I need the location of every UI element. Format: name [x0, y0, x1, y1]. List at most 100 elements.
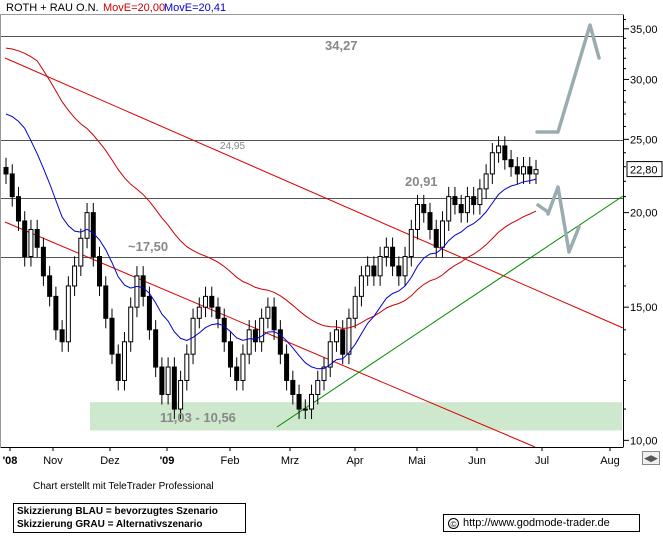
candle-body	[464, 196, 470, 214]
candle-body	[402, 256, 408, 277]
x-tick-label: Aug	[600, 455, 620, 467]
x-tick-label: Dez	[100, 455, 120, 467]
candle-body	[146, 295, 152, 331]
candle-body	[103, 285, 109, 319]
candle-body	[340, 329, 346, 355]
source-url[interactable]: http://www.godmode-trader.de	[463, 517, 610, 529]
candle-body	[240, 353, 246, 381]
candle-body	[358, 275, 364, 297]
candle-body	[365, 265, 371, 277]
scenario-legend: Skizzierung BLAU = bevorzugtes Szenario …	[13, 503, 246, 533]
candle-body	[477, 188, 483, 206]
x-tick-label: Jun	[468, 455, 486, 467]
candle-body	[109, 317, 115, 355]
candle-body	[121, 341, 127, 381]
chart-header: ROTH + RAU O.N. MovE=20,00 MovE=20,41	[6, 2, 226, 14]
y-tick-label: 20,00	[630, 208, 658, 220]
candle-body	[9, 173, 15, 198]
candle-body	[284, 353, 290, 381]
candle-body	[59, 329, 65, 343]
candle-body	[115, 353, 121, 381]
candle-body	[3, 166, 9, 175]
y-tick-label: 30,00	[630, 74, 658, 86]
candlestick-series	[3, 136, 539, 420]
ma2-label: MovE=20,41	[164, 2, 226, 14]
candle-body	[28, 228, 34, 258]
candle-body	[508, 159, 514, 168]
candle-body	[15, 196, 21, 222]
candle-body	[196, 306, 202, 319]
price-chart: ROTH + RAU O.N. MovE=20,00 MovE=20,41 10…	[0, 2, 663, 467]
candle-body	[527, 166, 533, 175]
candle-body	[521, 166, 527, 175]
candle-body	[184, 353, 190, 381]
candle-body	[371, 265, 377, 277]
x-tick-label: '08	[3, 455, 18, 467]
candle-body	[140, 275, 146, 297]
candle-body	[128, 306, 134, 343]
candle-body	[496, 145, 502, 154]
x-tick-label: Apr	[346, 455, 363, 467]
scenario-arrow-up	[535, 23, 601, 134]
candle-body	[22, 220, 28, 258]
candle-body	[352, 295, 358, 319]
source-link[interactable]: © http://www.godmode-trader.de	[443, 514, 640, 532]
x-axis: '08 Nov Dez '09 Feb Mrz Apr Mai Jun Jul Aug	[1, 447, 623, 467]
candle-body	[246, 329, 252, 355]
y-tick-label: 35,00	[630, 24, 658, 36]
candle-body	[346, 317, 352, 355]
scroll-arrows-icon[interactable]: ◀▶	[642, 451, 660, 465]
ma1-label: MovE=20,00	[103, 2, 165, 14]
candle-body	[84, 212, 90, 239]
candle-body	[47, 275, 53, 297]
candle-body	[390, 246, 396, 267]
y-tick-label: 25,00	[630, 134, 658, 146]
moving-average-blue	[5, 113, 537, 370]
resistance-trendline-upper	[4, 57, 624, 329]
legend-blue-line: Skizzierung BLAU = bevorzugtes Szenario	[17, 506, 218, 517]
candle-body	[302, 408, 308, 411]
x-tick-label: Mai	[408, 455, 426, 467]
candle-body	[333, 329, 339, 343]
x-tick-label: Feb	[221, 455, 240, 467]
candle-body	[209, 295, 215, 308]
candle-body	[452, 196, 458, 206]
candle-body	[471, 196, 477, 206]
candle-body	[159, 366, 165, 395]
candle-body	[439, 220, 445, 248]
candle-body	[178, 379, 184, 410]
x-tick-label: Jul	[535, 455, 549, 467]
annotation-17-50: ~17,50	[128, 239, 168, 254]
candle-body	[533, 169, 539, 175]
candle-body	[153, 329, 159, 368]
candle-body	[415, 204, 421, 230]
candle-body	[296, 393, 302, 410]
candle-body	[165, 366, 171, 395]
candle-body	[227, 341, 233, 368]
candle-body	[396, 265, 402, 277]
candle-body	[234, 366, 240, 381]
candle-body	[221, 317, 227, 343]
candle-body	[271, 306, 277, 331]
candle-body	[446, 196, 452, 222]
candle-body	[489, 152, 495, 175]
candle-body	[252, 329, 258, 343]
candle-body	[315, 379, 321, 395]
candle-body	[383, 246, 389, 258]
candle-body	[421, 204, 427, 214]
candle-body	[514, 166, 520, 175]
candle-body	[483, 173, 489, 190]
candle-body	[265, 306, 271, 319]
candle-body	[53, 295, 59, 331]
candle-body	[502, 145, 508, 161]
candle-body	[171, 366, 177, 410]
annotation-34-27: 34,27	[325, 38, 358, 53]
candle-body	[458, 204, 464, 214]
chart-credit: Chart erstellt mit TeleTrader Profession…	[33, 481, 214, 492]
candle-body	[203, 295, 209, 308]
candle-body	[433, 228, 439, 248]
candle-body	[290, 379, 296, 395]
candle-body	[377, 256, 383, 277]
candle-body	[259, 317, 265, 343]
trend-lines	[4, 57, 624, 448]
